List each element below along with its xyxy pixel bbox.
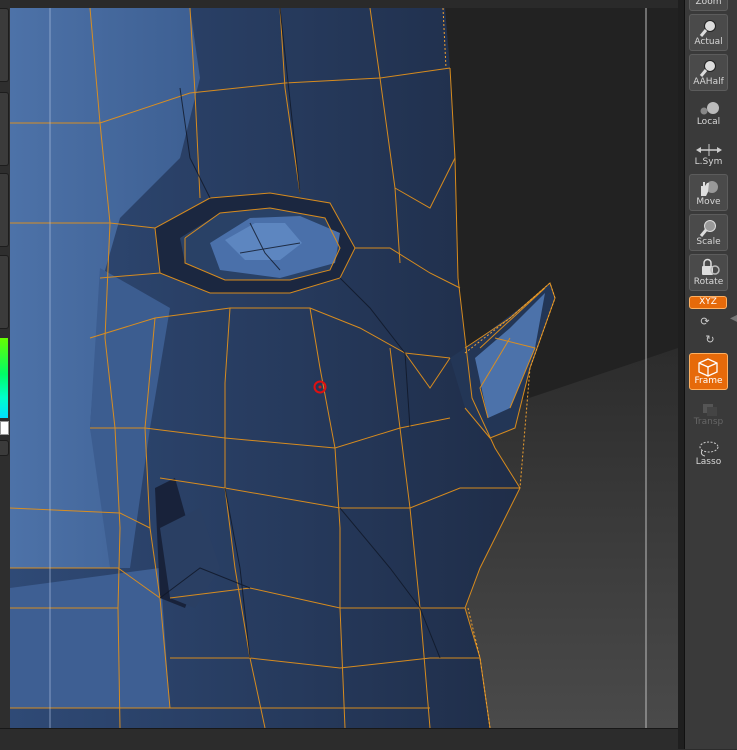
move-button[interactable]: Move (689, 174, 728, 211)
rotate-y-icon[interactable]: ⟳ (698, 315, 712, 329)
actual-button[interactable]: Actual (689, 14, 728, 51)
mesh-view (10, 8, 678, 728)
rotate-z-icon[interactable]: ↻ (703, 333, 717, 347)
magnifier-icon (690, 58, 727, 78)
scale-button[interactable]: Scale (689, 214, 728, 251)
bottom-shelf (0, 728, 737, 750)
color-picker-strip[interactable] (0, 338, 8, 418)
right-toolbar: Zoom Actual AAHalf Local L.Sym Move Scal… (684, 0, 737, 749)
aahalf-button[interactable]: AAHalf (689, 54, 728, 91)
magnifier-icon (690, 18, 727, 38)
rotate-button[interactable]: Rotate (689, 254, 728, 291)
frame-button[interactable]: Frame (689, 353, 728, 390)
left-tray-button[interactable] (0, 255, 9, 329)
lsym-button[interactable]: L.Sym (689, 134, 728, 171)
color-swatch[interactable] (0, 421, 9, 435)
rotate-lock-icon (690, 258, 727, 278)
left-tray-button[interactable] (0, 8, 9, 82)
left-tray-button[interactable] (0, 173, 9, 247)
magnifier-icon (690, 218, 727, 238)
lasso-icon (690, 438, 727, 458)
symmetry-arrows-icon (690, 138, 727, 158)
local-spheres-icon (690, 98, 727, 118)
viewport-canvas[interactable] (10, 8, 678, 728)
cube-icon (690, 357, 727, 377)
left-tray-button[interactable] (0, 92, 9, 166)
tray-collapse-arrow[interactable]: ◀ (730, 312, 737, 326)
hand-icon (690, 178, 727, 198)
local-button[interactable]: Local (689, 94, 728, 131)
transp-button[interactable]: Transp (689, 394, 728, 431)
left-tray-button[interactable] (0, 440, 9, 456)
lasso-button[interactable]: Lasso (689, 434, 728, 471)
transparency-icon (690, 398, 727, 418)
zoom-button[interactable]: Zoom (689, 0, 728, 11)
xyz-rotate-button[interactable]: XYZ (689, 296, 727, 309)
xyz-label: XYZ (699, 297, 717, 307)
